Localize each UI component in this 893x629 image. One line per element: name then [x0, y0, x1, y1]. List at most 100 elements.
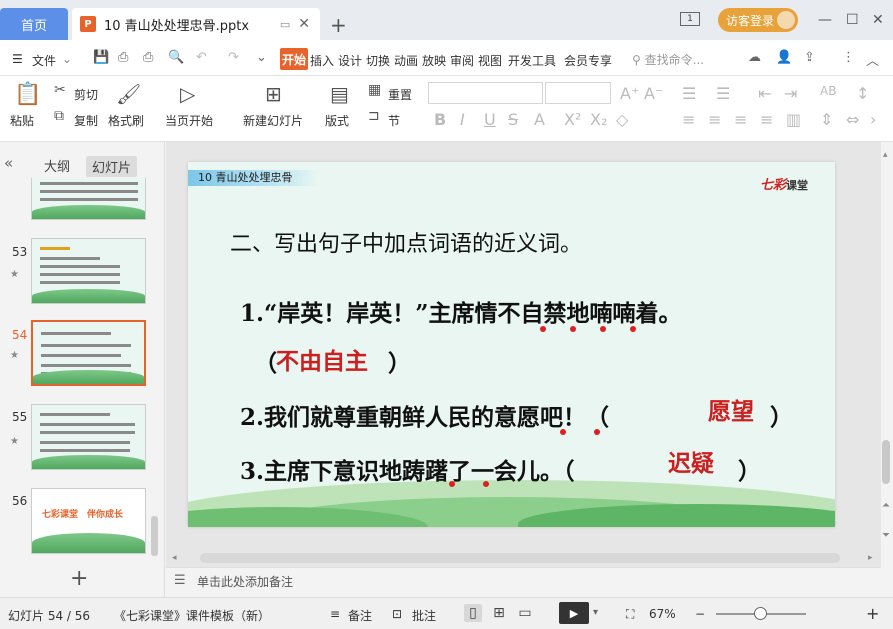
numbering-icon[interactable]: ☰	[716, 84, 730, 103]
export-icon[interactable]: ⎙	[118, 50, 134, 66]
slideshow-play-button[interactable]: ▶	[559, 602, 589, 624]
preview-icon[interactable]: 🔍	[168, 50, 184, 66]
align-right-icon[interactable]: ≡	[734, 110, 747, 129]
section-button[interactable]: 节	[388, 112, 400, 129]
menu-view[interactable]: 视图	[478, 52, 502, 69]
question-3[interactable]: 3.主席下意识地踌躇了一会儿。（	[240, 452, 575, 486]
reset-button[interactable]: 重置	[388, 86, 412, 103]
fit-window-icon[interactable]: ⛶	[626, 607, 634, 622]
section-icon[interactable]: ⊐	[368, 108, 380, 124]
new-tab-button[interactable]: +	[330, 13, 347, 37]
format-painter-button[interactable]: 格式刷	[108, 112, 144, 129]
reading-view-icon[interactable]: ▭	[516, 604, 534, 622]
chevron-down-icon[interactable]: ⌄	[62, 52, 72, 66]
layout-button[interactable]: 版式	[325, 112, 349, 129]
menu-transition[interactable]: 切换	[366, 52, 390, 69]
horizontal-scrollbar[interactable]	[200, 553, 840, 563]
comment-icon[interactable]: ⊡	[392, 607, 402, 621]
align-left-icon[interactable]: ≡	[682, 110, 695, 129]
panel-scrollbar[interactable]	[151, 516, 158, 556]
menu-developer[interactable]: 开发工具	[508, 52, 556, 69]
template-name[interactable]: 《七彩课堂》课件模板（新）	[114, 607, 270, 624]
zoom-slider-knob[interactable]	[754, 607, 767, 620]
vertical-scroll-thumb[interactable]	[882, 440, 890, 484]
cut-button[interactable]: 剪切	[74, 86, 98, 103]
question-2[interactable]: 2.我们就尊重朝鲜人民的意愿吧！（	[240, 398, 609, 432]
menu-animation[interactable]: 动画	[394, 52, 418, 69]
add-slide-button[interactable]: +	[70, 566, 88, 591]
notes-placeholder[interactable]: 单击此处添加备注	[197, 573, 293, 590]
close-window-icon[interactable]: ✕	[872, 12, 884, 28]
underline-icon[interactable]: U	[484, 110, 496, 129]
scroll-left-icon[interactable]: ◂	[172, 553, 177, 563]
undo-icon[interactable]: ↶	[196, 50, 212, 66]
clear-format-icon[interactable]: ◇	[616, 110, 628, 129]
tab-slides[interactable]: 幻灯片	[86, 156, 138, 177]
zoom-level[interactable]: 67%	[649, 607, 676, 621]
share-icon[interactable]: ⇪	[804, 50, 820, 66]
scissors-icon[interactable]: ✂	[54, 82, 66, 98]
search-command-input[interactable]: ⚲ 查找命令...	[632, 51, 704, 68]
collapse-ribbon-icon[interactable]: ︿	[866, 50, 882, 69]
reset-icon[interactable]: ▦	[368, 82, 381, 98]
copy-button[interactable]: 复制	[74, 112, 98, 129]
answer-1[interactable]: 不由自主	[276, 342, 368, 376]
ribbon-scroll-right-icon[interactable]: ›	[870, 110, 876, 129]
slide-thumbnail-56[interactable]: 七彩课堂 伴你成长	[31, 488, 146, 554]
decrease-font-icon[interactable]: A⁻	[644, 84, 663, 103]
font-family-select[interactable]	[428, 82, 543, 104]
paste-button[interactable]: 粘贴	[10, 112, 34, 129]
paste-icon[interactable]: 📋	[14, 82, 41, 107]
strikethrough-icon[interactable]: S	[508, 110, 518, 129]
new-slide-icon[interactable]: ⊞	[265, 82, 282, 106]
chevron-down-icon[interactable]: ▾	[593, 607, 598, 618]
minimize-icon[interactable]: —	[818, 12, 832, 28]
new-slide-button[interactable]: 新建幻灯片	[243, 112, 303, 129]
hamburger-icon[interactable]: ☰	[12, 52, 23, 66]
paragraph-spacing-icon[interactable]: ⇕	[820, 110, 833, 129]
prev-slide-icon[interactable]: ⏶	[882, 500, 890, 511]
increase-font-icon[interactable]: A⁺	[620, 84, 639, 103]
redo-icon[interactable]: ↷	[228, 50, 244, 66]
indent-icon[interactable]: ⇥	[784, 84, 797, 103]
superscript-icon[interactable]: X²	[564, 110, 581, 129]
answer-2[interactable]: 愿望	[708, 392, 754, 426]
slide-thumbnail-54[interactable]	[31, 320, 146, 386]
menu-file[interactable]: 文件	[32, 52, 56, 69]
menu-review[interactable]: 审阅	[450, 52, 474, 69]
close-tab-icon[interactable]: ✕	[298, 16, 310, 32]
play-from-current-icon[interactable]: ▷	[180, 82, 195, 106]
vertical-scrollbar[interactable]	[882, 160, 890, 485]
slide-54[interactable]: 10 青山处处埋忠骨 七彩课堂 二、写出句子中加点词语的近义词。 1.“岸英！岸…	[188, 162, 835, 527]
notes-toggle-icon[interactable]: ≡	[330, 607, 340, 621]
slide-thumbnail-52[interactable]	[31, 178, 146, 220]
save-icon[interactable]: 💾	[93, 50, 109, 66]
italic-icon[interactable]: I	[460, 110, 465, 129]
menu-member[interactable]: 会员专享	[564, 52, 612, 69]
menu-design[interactable]: 设计	[338, 52, 362, 69]
distribute-icon[interactable]: ▥	[786, 110, 801, 129]
notes-toggle-button[interactable]: 备注	[348, 607, 372, 624]
question-heading[interactable]: 二、写出句子中加点词语的近义词。	[230, 226, 582, 258]
text-direction-icon[interactable]: AB	[820, 84, 836, 98]
bold-icon[interactable]: B	[434, 110, 446, 129]
collaborate-icon[interactable]: 👤	[776, 50, 792, 66]
bullets-icon[interactable]: ☰	[682, 84, 696, 103]
justify-icon[interactable]: ≡	[760, 110, 773, 129]
tab-document[interactable]: P 10 青山处处埋忠骨.pptx ▭ ✕	[72, 8, 320, 40]
answer-3[interactable]: 迟疑	[668, 444, 714, 478]
normal-view-icon[interactable]: ▯	[464, 604, 482, 622]
question-1[interactable]: 1.“岸英！岸英！”主席情不自禁地喃喃着。	[240, 294, 681, 328]
scroll-right-icon[interactable]: ▸	[868, 553, 873, 563]
zoom-out-icon[interactable]: −	[695, 607, 705, 621]
line-spacing-icon[interactable]: ↕	[856, 84, 869, 103]
collapse-panel-icon[interactable]: «	[4, 154, 13, 172]
slide-thumbnail-55[interactable]	[31, 404, 146, 470]
align-center-icon[interactable]: ≡	[708, 110, 721, 129]
print-icon[interactable]: ⎙	[143, 50, 159, 66]
format-painter-icon[interactable]: 🖌	[116, 82, 141, 106]
next-slide-icon[interactable]: ⏷	[882, 530, 890, 541]
sorter-view-icon[interactable]: ⊞	[490, 604, 508, 622]
subscript-icon[interactable]: X₂	[590, 110, 607, 129]
menu-insert[interactable]: 插入	[310, 52, 334, 69]
